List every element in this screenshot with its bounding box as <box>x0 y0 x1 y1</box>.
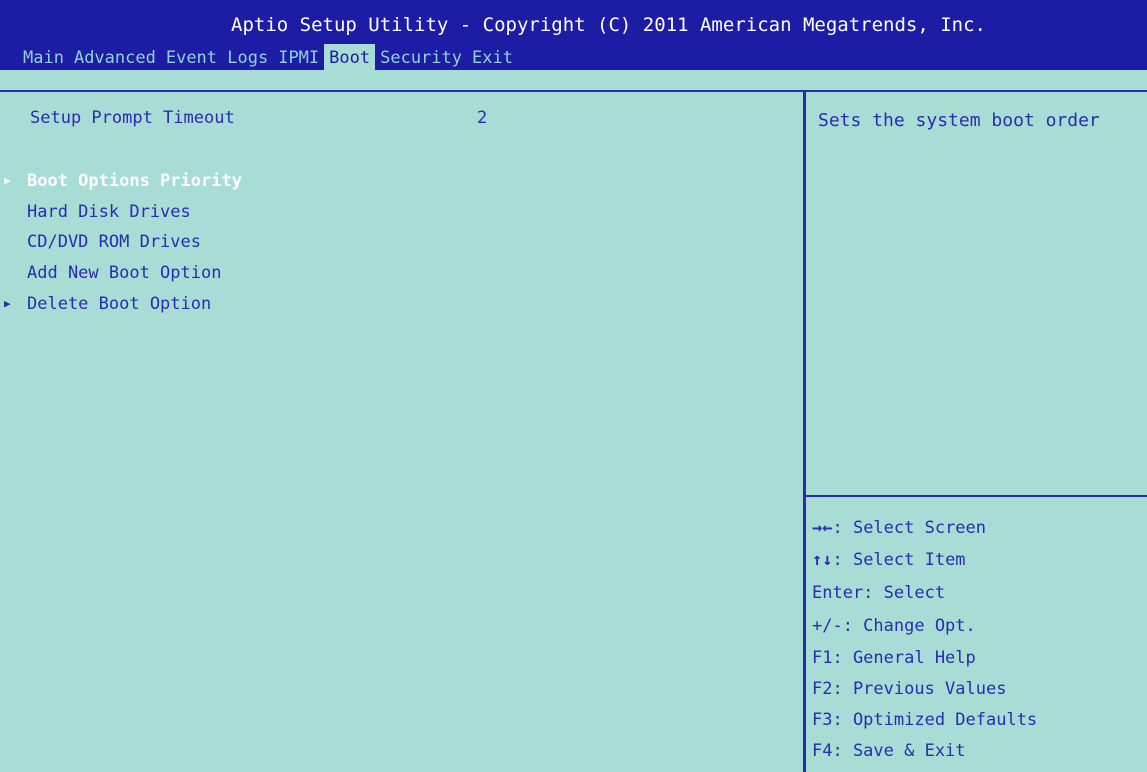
tab-ipmi[interactable]: IPMI <box>273 44 324 72</box>
delete-boot-option-item[interactable]: Delete Boot Option <box>27 294 211 314</box>
tab-bar: Main Advanced Event Logs IPMI Boot Secur… <box>18 44 518 72</box>
tab-boot[interactable]: Boot <box>324 44 376 72</box>
key-hint-f4: F4: Save & Exit <box>812 741 966 761</box>
setup-prompt-timeout-value[interactable]: 2 <box>477 108 487 128</box>
submenu-arrow-icon: ▶ <box>4 297 11 310</box>
left-right-arrows-icon: →← <box>812 518 833 538</box>
tab-main[interactable]: Main <box>18 44 69 72</box>
key-hint-select-item: ↑↓: Select Item <box>812 550 966 570</box>
key-hint-enter: Enter: Select <box>812 583 946 603</box>
add-new-boot-option-item[interactable]: Add New Boot Option <box>27 263 221 283</box>
tab-security[interactable]: Security <box>375 44 467 72</box>
cd-dvd-rom-drives-item[interactable]: CD/DVD ROM Drives <box>27 232 201 252</box>
key-hint-f3: F3: Optimized Defaults <box>812 710 1038 730</box>
boot-options-priority-item[interactable]: Boot Options Priority <box>27 171 242 191</box>
key-hint-f2: F2: Previous Values <box>812 679 1007 699</box>
submenu-arrow-icon: ▶ <box>4 174 11 187</box>
tab-event-logs[interactable]: Event Logs <box>161 44 273 72</box>
help-text: Sets the system boot order <box>818 110 1100 131</box>
key-hint-f1: F1: General Help <box>812 648 976 668</box>
top-divider <box>0 90 1147 92</box>
help-panel-divider <box>803 92 806 772</box>
tab-advanced[interactable]: Advanced <box>69 44 161 72</box>
bios-header: Aptio Setup Utility - Copyright (C) 2011… <box>0 0 1147 72</box>
key-hint-select-screen: →←: Select Screen <box>812 518 987 538</box>
hard-disk-drives-item[interactable]: Hard Disk Drives <box>27 202 191 222</box>
boot-page: Setup Prompt Timeout 2 ▶ Boot Options Pr… <box>0 70 1147 772</box>
keys-divider <box>806 495 1147 497</box>
utility-title: Aptio Setup Utility - Copyright (C) 2011… <box>231 14 986 36</box>
key-hint-change-opt: +/-: Change Opt. <box>812 616 976 636</box>
tab-exit[interactable]: Exit <box>467 44 518 72</box>
up-down-arrows-icon: ↑↓ <box>812 550 833 570</box>
setup-prompt-timeout-label: Setup Prompt Timeout <box>30 108 235 128</box>
